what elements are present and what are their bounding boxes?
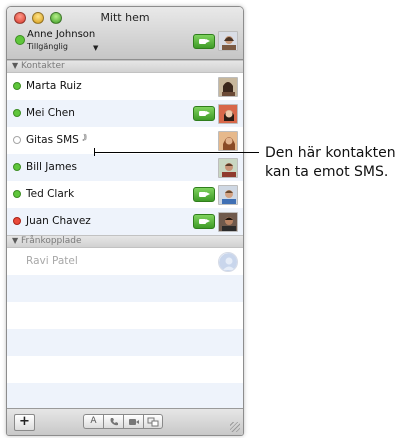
avatar [218,158,238,178]
resize-grip[interactable] [230,422,240,432]
contact-row-ravi-patel[interactable]: Ravi Patel [7,248,243,275]
contact-row-marta-ruiz[interactable]: Marta Ruiz [7,73,243,100]
contact-name: Ted Clark [26,188,75,200]
contact-name: Mei Chen [26,107,75,119]
empty-row [7,356,243,383]
contact-name: Bill James [26,161,77,173]
status-busy-icon [13,217,21,225]
avatar [218,212,238,232]
contact-name: Ravi Patel [26,255,78,267]
avatar [218,104,238,124]
buddy-list-window: Mitt hem Anne Johnson Tillgänglig ▼ ▼ Ko… [6,6,244,436]
my-avatar[interactable] [218,31,238,51]
contact-row-mei-chen[interactable]: Mei Chen [7,100,243,127]
callout-line-2: kan ta emot SMS. [265,164,389,180]
bottom-toolbar: + A [7,408,243,435]
video-chat-icon[interactable] [193,106,215,121]
contact-row-bill-james[interactable]: Bill James [7,154,243,181]
group-label: Frånkopplade [21,236,82,246]
callout-line-1: Den här kontakten [265,145,396,161]
contact-name: Gitas SMS [26,134,79,146]
contact-name: Juan Chavez [26,215,91,227]
contact-row-ted-clark[interactable]: Ted Clark [7,181,243,208]
empty-row [7,329,243,356]
avatar [218,77,238,97]
disclosure-triangle-icon[interactable]: ▼ [12,61,18,70]
callout-text: Den här kontakten kan ta emot SMS. [265,144,396,182]
empty-row [7,275,243,302]
screen-sharing-button[interactable] [143,414,163,429]
video-chat-icon[interactable] [193,187,215,202]
add-buddy-button[interactable]: + [14,414,35,431]
default-avatar-icon [218,252,238,272]
status-available-icon [13,109,21,117]
status-dropdown-icon[interactable]: ▼ [93,44,98,52]
contact-row-juan-chavez[interactable]: Juan Chavez [7,208,243,235]
sms-icon [82,132,92,145]
video-chat-icon[interactable] [193,214,215,229]
status-available-icon [13,190,21,198]
text-chat-button[interactable]: A [83,414,103,429]
audio-chat-button[interactable] [103,414,123,429]
group-header-contacts[interactable]: ▼ Kontakter [7,60,243,73]
empty-row [7,302,243,329]
my-status-menu[interactable]: Tillgänglig [27,42,68,51]
window-title: Mitt hem [100,11,150,24]
title-bar[interactable]: Mitt hem Anne Johnson Tillgänglig ▼ [7,7,243,60]
callout-line [94,152,259,153]
contact-name: Marta Ruiz [26,80,82,92]
status-available-icon [13,82,21,90]
disclosure-triangle-icon[interactable]: ▼ [12,236,18,245]
group-header-offline[interactable]: ▼ Frånkopplade [7,235,243,248]
group-label: Kontakter [21,61,65,71]
empty-row [7,383,243,410]
contact-row-gitas-sms[interactable]: Gitas SMS [7,127,243,154]
my-name[interactable]: Anne Johnson [27,29,95,40]
my-status-dot [15,35,25,45]
chat-buttons: A [83,414,163,429]
status-available-icon [13,163,21,171]
avatar [218,185,238,205]
avatar [218,131,238,151]
video-chat-button[interactable] [123,414,143,429]
my-video-icon[interactable] [193,34,215,49]
status-offline-icon [13,136,21,144]
